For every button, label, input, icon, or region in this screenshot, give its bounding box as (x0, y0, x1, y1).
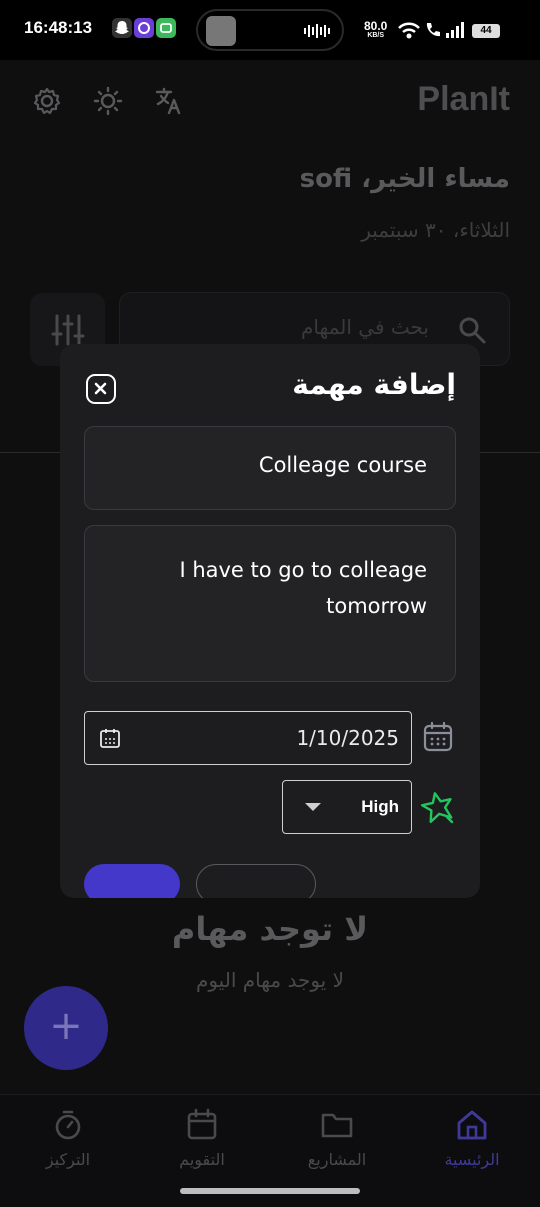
dropdown-caret-icon (305, 803, 321, 811)
folder-icon (321, 1113, 353, 1138)
wifi-call-icon (426, 23, 440, 37)
priority-star-icon (420, 792, 454, 824)
task-title-input[interactable]: Colleage course (84, 426, 456, 510)
gesture-bar[interactable] (180, 1188, 360, 1194)
home-icon (457, 1110, 487, 1140)
wifi-icon (398, 22, 420, 39)
sliders-icon (51, 314, 85, 346)
greeting: مساء الخير، sofi (299, 164, 510, 194)
timer-icon (55, 1110, 81, 1140)
due-date-value: 1/10/2025 (296, 726, 399, 750)
signal-icon (446, 22, 464, 38)
empty-state-title: لا توجد مهام (171, 910, 369, 948)
app-notification-icon (134, 18, 154, 38)
close-button[interactable] (86, 374, 116, 404)
nav-item-home[interactable]: الرئيسية (412, 1108, 532, 1169)
close-icon (94, 382, 107, 395)
calendar-icon (187, 1108, 217, 1140)
task-description-input[interactable]: I have to go to colleage tomorrow (84, 525, 456, 682)
calendar-picker-icon[interactable] (422, 721, 454, 753)
brightness-icon[interactable] (93, 86, 123, 116)
current-date: الثلاثاء، ٣٠ سبتمبر (361, 218, 510, 242)
add-task-dialog: إضافة مهمة Colleage course I have to go … (60, 344, 480, 898)
settings-icon[interactable] (32, 86, 62, 116)
nav-item-focus[interactable]: التركيز (8, 1108, 128, 1169)
priority-value: High (361, 797, 399, 816)
task-title-value: Colleage course (258, 453, 427, 477)
nav-label-projects: المشاريع (307, 1150, 367, 1169)
translate-icon[interactable] (154, 86, 184, 116)
media-thumbnail (206, 16, 236, 46)
nav-item-calendar[interactable]: التقويم (142, 1108, 262, 1169)
save-button[interactable] (84, 864, 180, 898)
add-task-fab[interactable]: + (24, 986, 108, 1070)
dialog-title: إضافة مهمة (292, 368, 456, 401)
nav-item-projects[interactable]: المشاريع (277, 1108, 397, 1169)
status-time: 16:48:13 (24, 18, 93, 37)
whatsapp-business-icon (156, 18, 176, 38)
battery-indicator: 44 (472, 24, 500, 38)
nav-label-home: الرئيسية (444, 1150, 500, 1169)
search-placeholder: بحث في المهام (301, 315, 429, 339)
snapchat-icon (112, 18, 132, 38)
task-description-value: I have to go to colleage tomorrow (179, 558, 427, 618)
nav-label-focus: التركيز (45, 1150, 91, 1169)
app-title: PlanIt (417, 80, 510, 118)
priority-select[interactable]: High (282, 780, 412, 834)
search-icon (459, 317, 486, 344)
calendar-small-icon (100, 729, 120, 748)
network-speed: 80.0 KB/S (364, 19, 388, 39)
nav-label-calendar: التقويم (179, 1150, 225, 1169)
cancel-button[interactable] (196, 864, 316, 898)
dynamic-island-media[interactable] (196, 9, 344, 51)
due-date-field[interactable]: 1/10/2025 (84, 711, 412, 765)
audio-wave-icon (304, 24, 330, 38)
